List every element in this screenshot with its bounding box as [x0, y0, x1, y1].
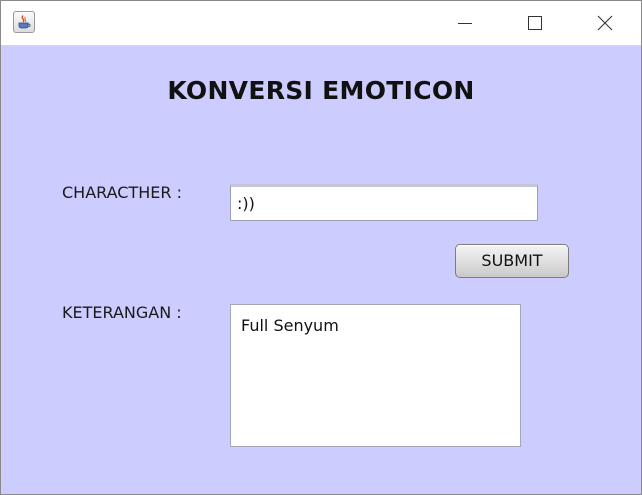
character-input[interactable] [230, 184, 538, 221]
keterangan-textarea[interactable]: Full Senyum [230, 304, 521, 447]
form-panel: KONVERSI EMOTICON CHARACTHER : SUBMIT KE… [1, 46, 641, 494]
close-button[interactable] [582, 1, 628, 45]
form-title: KONVERSI EMOTICON [167, 76, 475, 105]
app-window: KONVERSI EMOTICON CHARACTHER : SUBMIT KE… [0, 0, 642, 495]
title-bar[interactable] [1, 1, 641, 46]
maximize-button[interactable] [512, 1, 558, 45]
character-label: CHARACTHER : [62, 183, 182, 202]
java-cup-icon[interactable] [13, 11, 35, 33]
keterangan-label: KETERANGAN : [62, 303, 182, 322]
minimize-button[interactable] [442, 1, 488, 45]
submit-button[interactable]: SUBMIT [455, 244, 569, 278]
